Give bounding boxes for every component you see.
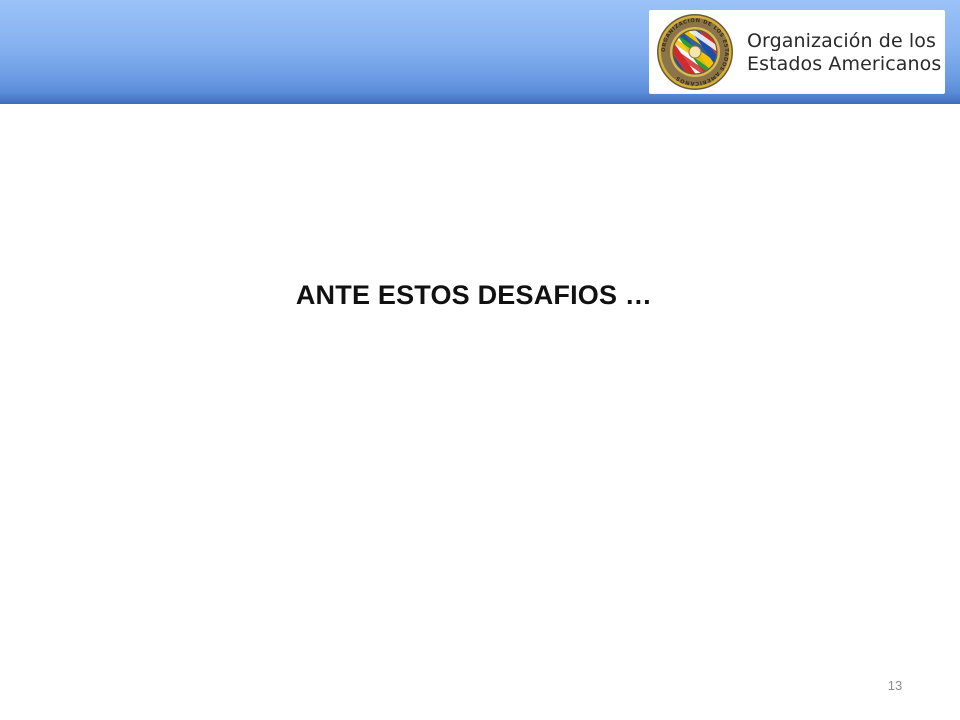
slide-title: ANTE ESTOS DESAFIOS … [295,280,653,310]
header-band: ORGANIZACION DE LOS ESTADOS AMERICANOS O… [0,0,960,104]
oas-logo: ORGANIZACION DE LOS ESTADOS AMERICANOS O… [649,10,945,94]
organization-name-line-2: Estados Americanos [747,53,942,75]
organization-name: Organización de los Estados Americanos [747,30,943,76]
oas-seal-icon: ORGANIZACION DE LOS ESTADOS AMERICANOS [657,14,733,90]
organization-name-line-1: Organización de los [747,30,936,52]
page-number: 13 [887,678,903,693]
